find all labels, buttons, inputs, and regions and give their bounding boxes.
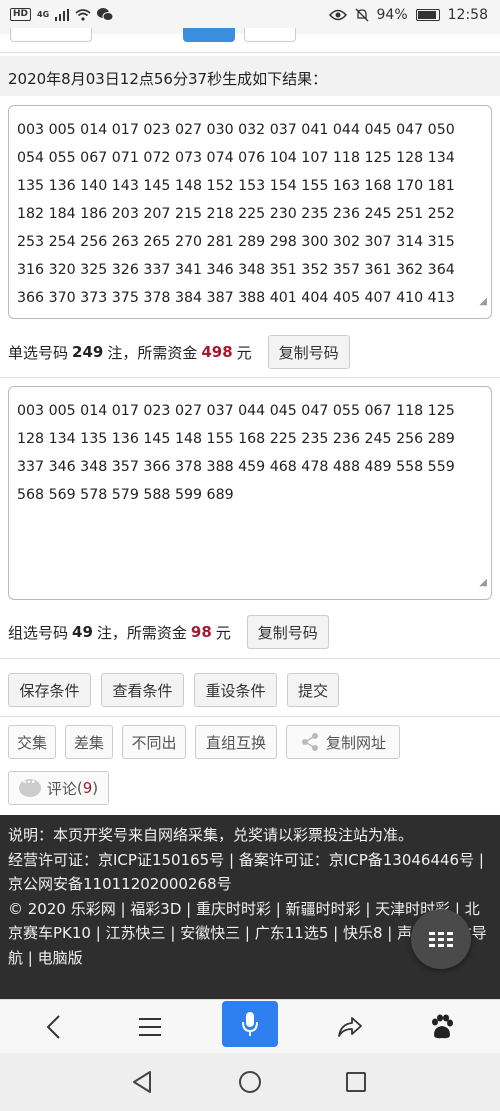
floating-menu-button[interactable]: [411, 909, 471, 969]
single-amount: 498: [201, 343, 233, 361]
resize-grip-icon[interactable]: ◢: [479, 288, 487, 316]
single-summary-prefix: 单选号码: [8, 343, 69, 362]
square-recents-icon: [346, 1072, 366, 1092]
divider: [0, 377, 500, 378]
wechat-icon: [97, 8, 114, 21]
baidu-button[interactable]: [414, 1000, 470, 1054]
battery-fill: [417, 11, 436, 19]
battery-percent: 94%: [376, 7, 408, 23]
group-numbers-textarea[interactable]: 003 005 014 017 023 027 037 044 045 047 …: [8, 386, 492, 600]
hd-badge: HD: [10, 8, 32, 21]
partial-button-1[interactable]: [10, 28, 92, 42]
copy-url-label: 复制网址: [325, 733, 386, 752]
share-button[interactable]: [322, 1000, 378, 1054]
clock: 12:58: [447, 7, 488, 23]
single-count: 249: [72, 343, 104, 361]
mute-bell-icon: [355, 8, 368, 22]
single-numbers-text: 003 005 014 017 023 027 030 032 037 041 …: [17, 122, 455, 306]
nav-recents-button[interactable]: [341, 1067, 371, 1097]
divider: [0, 52, 500, 53]
intersect-button[interactable]: 交集: [8, 725, 56, 759]
nav-back-button[interactable]: [127, 1067, 157, 1097]
voice-search-button[interactable]: [222, 1001, 278, 1047]
single-summary-suffix: 元: [236, 343, 252, 362]
submit-button[interactable]: 提交: [287, 673, 339, 707]
network-gen: 4G: [37, 10, 50, 19]
comment-icon: [18, 778, 41, 797]
microphone-icon: [242, 1012, 258, 1036]
copy-group-button[interactable]: 复制号码: [246, 615, 329, 649]
triangle-back-icon: [133, 1071, 151, 1093]
browser-toolbar: [0, 999, 500, 1053]
share-arrow-icon: [338, 1017, 362, 1037]
not-same-button[interactable]: 不同出: [122, 725, 186, 759]
reset-conditions-button[interactable]: 重设条件: [194, 673, 277, 707]
result-header: 2020年8月03日12点56分37秒生成如下结果：: [0, 56, 500, 96]
baidu-paw-icon: [432, 1014, 453, 1039]
group-numbers-text: 003 005 014 017 023 027 037 044 045 047 …: [17, 403, 455, 503]
system-nav-bar: [0, 1053, 500, 1111]
divider: [0, 716, 500, 717]
menu-button[interactable]: [122, 1000, 178, 1054]
copy-single-button[interactable]: 复制号码: [267, 335, 350, 369]
resize-grip-icon[interactable]: ◢: [479, 569, 487, 597]
status-left: HD 4G: [10, 8, 114, 21]
hamburger-icon: [139, 1018, 161, 1036]
footer-license: 经营许可证：京ICP证150165号 | 备案许可证：京ICP备13046446…: [8, 850, 484, 894]
battery-icon: [415, 9, 440, 21]
eye-icon: [328, 9, 347, 21]
partial-button-3[interactable]: [244, 28, 296, 42]
chevron-left-icon: [46, 1015, 60, 1039]
nav-home-button[interactable]: [235, 1067, 265, 1097]
comment-button[interactable]: 评论(9): [8, 771, 109, 805]
difference-button[interactable]: 差集: [65, 725, 113, 759]
group-summary-mid: 注，所需资金: [96, 623, 187, 642]
comment-count: 9: [82, 779, 93, 797]
single-numbers-textarea[interactable]: 003 005 014 017 023 027 030 032 037 041 …: [8, 105, 492, 319]
swap-button[interactable]: 直组互换: [195, 725, 277, 759]
group-count: 49: [72, 623, 93, 641]
footer-notice: 说明：本页开奖号来自网络采集，兑奖请以彩票投注站为准。: [8, 826, 414, 844]
status-right: 94% 12:58: [328, 7, 488, 23]
signal-icon: [55, 8, 70, 21]
group-amount: 98: [190, 623, 212, 641]
comment-label: 评论: [46, 779, 77, 798]
save-conditions-button[interactable]: 保存条件: [8, 673, 91, 707]
copy-url-button[interactable]: 复制网址: [286, 725, 400, 759]
divider: [0, 658, 500, 659]
group-summary: 组选号码 49 注，所需资金 98 元 复制号码: [8, 614, 329, 650]
grid-menu-icon: [429, 931, 453, 947]
footer: 说明：本页开奖号来自网络采集，兑奖请以彩票投注站为准。 经营许可证：京ICP证1…: [0, 815, 500, 999]
view-conditions-button[interactable]: 查看条件: [101, 673, 184, 707]
partial-button-active[interactable]: [183, 28, 235, 42]
circle-home-icon: [239, 1071, 261, 1093]
group-summary-prefix: 组选号码: [8, 623, 69, 642]
wifi-icon: [75, 8, 91, 21]
share-icon: [301, 733, 318, 751]
group-summary-suffix: 元: [215, 623, 231, 642]
single-summary: 单选号码 249 注，所需资金 498 元 复制号码: [8, 334, 350, 370]
back-button[interactable]: [26, 1000, 82, 1054]
single-summary-mid: 注，所需资金: [107, 343, 198, 362]
